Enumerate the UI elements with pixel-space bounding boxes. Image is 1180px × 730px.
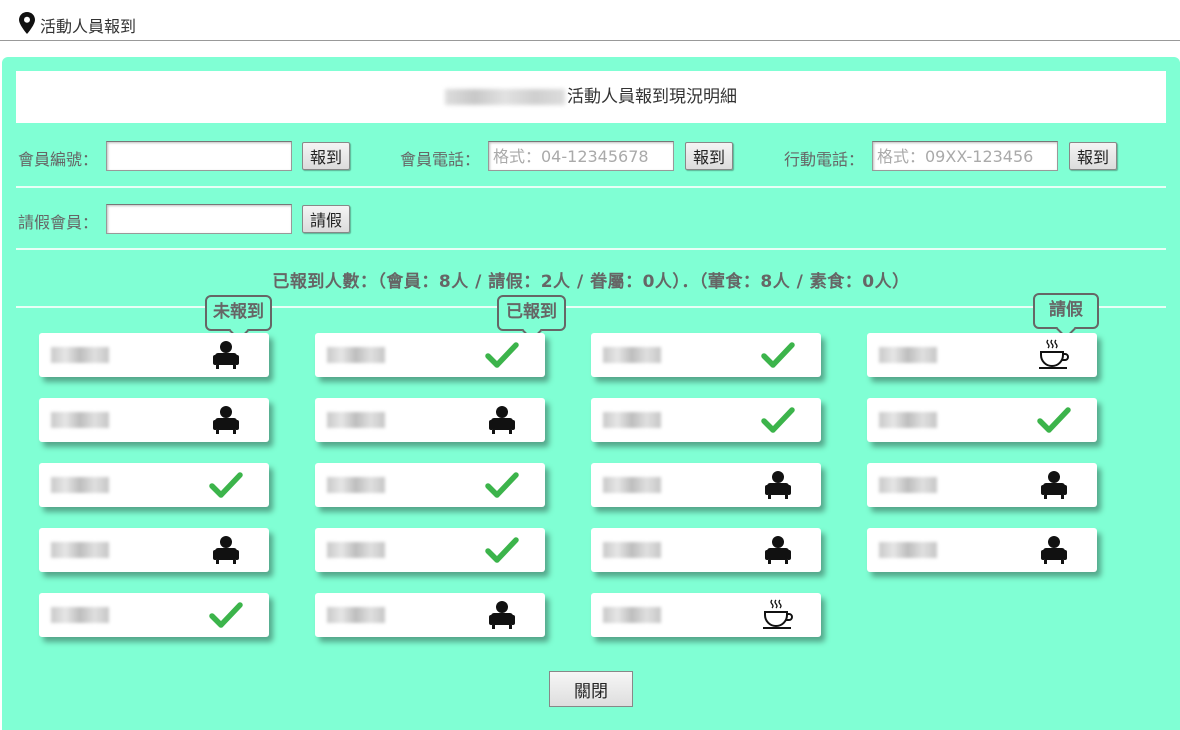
page-title: 活動人員報到 [40, 17, 137, 36]
redacted-member-name [51, 347, 109, 363]
armchair-icon [761, 469, 795, 501]
checkmark-icon [485, 534, 519, 566]
legend-on-leave: 請假 [1033, 293, 1099, 329]
coffee-cup-icon [761, 599, 795, 631]
member-card [591, 463, 821, 507]
member-card [39, 463, 269, 507]
checkmark-icon [209, 599, 243, 631]
redacted-member-name [51, 542, 109, 558]
member-card [315, 593, 545, 637]
leave-member-input[interactable] [106, 204, 292, 234]
member-card [39, 528, 269, 572]
member-card [315, 333, 545, 377]
divider [16, 248, 1166, 250]
leave-label: 請假會員： [18, 213, 99, 232]
redacted-member-name [603, 347, 661, 363]
panel-title: 活動人員報到現況明細 [567, 87, 737, 107]
redacted-member-name [879, 412, 937, 428]
redacted-member-name [603, 477, 661, 493]
checkmark-icon [485, 469, 519, 501]
member-no-label: 會員編號： [18, 150, 99, 169]
member-card [39, 333, 269, 377]
redacted-member-name [603, 412, 661, 428]
member-card [39, 398, 269, 442]
member-no-input[interactable] [106, 141, 292, 171]
mobile-checkin-button[interactable]: 報到 [1069, 142, 1118, 170]
redacted-member-name [327, 412, 385, 428]
armchair-icon [761, 534, 795, 566]
checkmark-icon [761, 404, 795, 436]
map-pin-icon [19, 12, 35, 34]
redacted-member-name [879, 477, 937, 493]
armchair-icon [485, 404, 519, 436]
panel-header: 活動人員報到現況明細 [16, 71, 1166, 123]
redacted-member-name [603, 542, 661, 558]
member-card [867, 333, 1097, 377]
redacted-member-name [327, 607, 385, 623]
checkmark-icon [761, 339, 795, 371]
mobile-input[interactable] [872, 141, 1058, 171]
checkmark-icon [209, 469, 243, 501]
divider [16, 186, 1166, 188]
redacted-member-name [327, 347, 385, 363]
redacted-member-name [51, 607, 109, 623]
armchair-icon [209, 534, 243, 566]
phone-input[interactable] [488, 141, 674, 171]
attendance-summary: 已報到人數：（會員：8人 / 請假：2人 / 眷屬：0人）．（葷食：8人 / 素… [272, 272, 910, 292]
armchair-icon [209, 404, 243, 436]
member-card [867, 528, 1097, 572]
close-button[interactable]: 關閉 [549, 671, 633, 707]
member-card [591, 333, 821, 377]
armchair-icon [209, 339, 243, 371]
coffee-cup-icon [1037, 339, 1071, 371]
checkmark-icon [1037, 404, 1071, 436]
legend-checked-in: 已報到 [497, 295, 566, 331]
member-card [315, 463, 545, 507]
armchair-icon [1037, 534, 1071, 566]
redacted-member-name [327, 477, 385, 493]
mobile-label: 行動電話： [784, 150, 865, 169]
redacted-member-name [51, 412, 109, 428]
phone-checkin-button[interactable]: 報到 [685, 142, 734, 170]
redacted-member-name [603, 607, 661, 623]
member-card [867, 398, 1097, 442]
legend-not-checked-in: 未報到 [205, 295, 272, 331]
divider [16, 306, 1166, 308]
member-card [591, 593, 821, 637]
redacted-member-name [327, 542, 385, 558]
phone-label: 會員電話： [400, 150, 481, 169]
redacted-member-name [879, 347, 937, 363]
checkin-panel: 活動人員報到現況明細 會員編號： 報到 會員電話： 報到 行動電話： 報到 請假… [2, 57, 1180, 730]
redacted-member-name [51, 477, 109, 493]
redacted-member-name [879, 542, 937, 558]
top-bar: 活動人員報到 [0, 0, 1180, 41]
member-card [315, 528, 545, 572]
redacted-org-name [445, 89, 565, 105]
member-no-checkin-button[interactable]: 報到 [302, 142, 351, 170]
armchair-icon [485, 599, 519, 631]
armchair-icon [1037, 469, 1071, 501]
member-card [39, 593, 269, 637]
member-card [591, 528, 821, 572]
member-card [315, 398, 545, 442]
checkmark-icon [485, 339, 519, 371]
member-card [867, 463, 1097, 507]
leave-button[interactable]: 請假 [302, 205, 351, 233]
member-card [591, 398, 821, 442]
